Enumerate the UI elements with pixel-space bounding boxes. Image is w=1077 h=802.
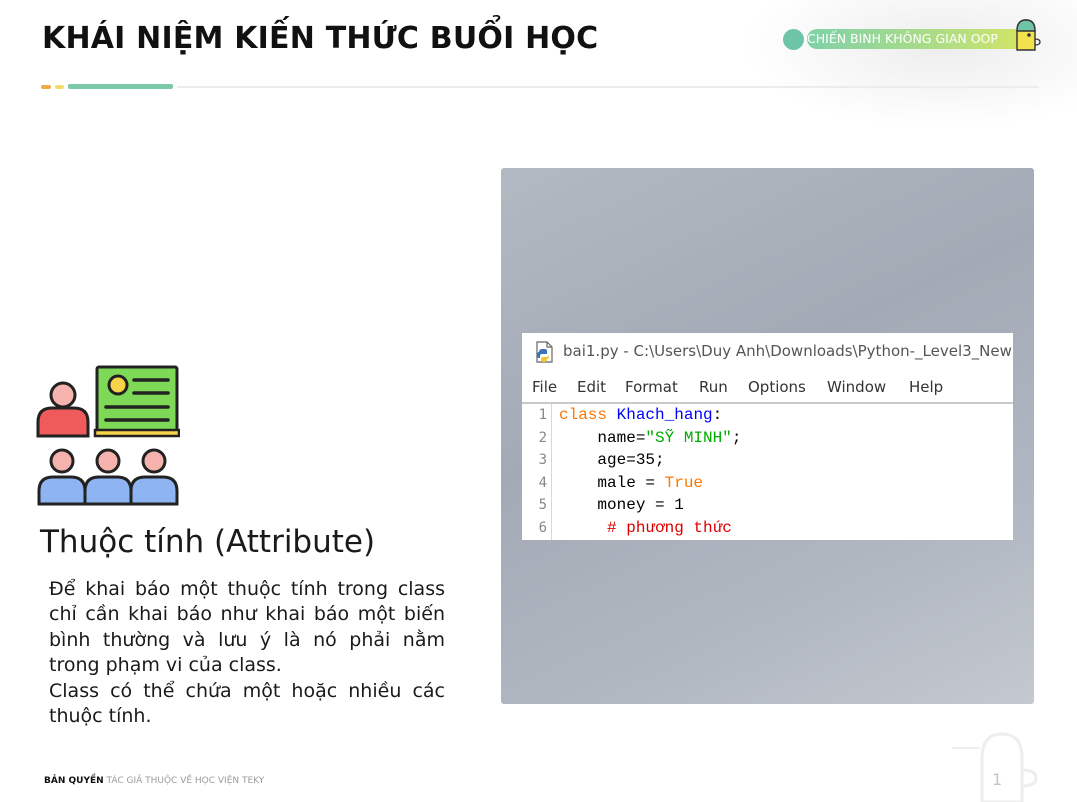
- teky-mascot-icon: [1016, 19, 1041, 51]
- code-keyword: class: [559, 406, 608, 424]
- code-line: age=35;: [559, 451, 665, 469]
- accent-dash-orange: [41, 85, 51, 89]
- line-number: 1: [538, 407, 547, 423]
- code-line: class Khach_hang:: [559, 406, 722, 424]
- footer-strong: BẢN QUYỀN: [44, 776, 104, 786]
- menu-run[interactable]: Run: [699, 373, 728, 401]
- menu-help[interactable]: Help: [909, 373, 943, 401]
- page-title: KHÁI NIỆM KIẾN THỨC BUỔI HỌC: [42, 21, 599, 56]
- python-file-icon: [536, 341, 553, 363]
- code-string: "SỸ MINH": [645, 429, 732, 447]
- window-titlebar: bai1.py - C:\Users\Duy Anh\Downloads\Pyt…: [522, 333, 1013, 370]
- line-number: 5: [538, 497, 547, 513]
- code-text: male =: [559, 474, 665, 492]
- badge-dot: [783, 29, 804, 50]
- mascot-watermark-icon: [952, 732, 1038, 802]
- description: Để khai báo một thuộc tính trong class c…: [49, 577, 445, 729]
- presentation-people-icon: [36, 365, 180, 506]
- code-line: # phương thức: [559, 519, 732, 537]
- code-line: male = True: [559, 474, 703, 492]
- code-text: :: [712, 406, 723, 424]
- window-title: bai1.py - C:\Users\Duy Anh\Downloads\Pyt…: [563, 342, 1012, 360]
- menu-window[interactable]: Window: [827, 373, 886, 401]
- code-line: money = 1: [559, 496, 684, 514]
- menu-bar: File Edit Format Run Options Window Help: [522, 373, 1013, 401]
- accent-bar-green: [68, 84, 173, 89]
- section-heading: Thuộc tính (Attribute): [40, 524, 376, 560]
- code-keyword: True: [664, 474, 704, 492]
- code-comment: # phương thức: [607, 519, 732, 537]
- accent-dash-yellow: [55, 85, 64, 89]
- code-text: ;: [731, 429, 742, 447]
- idle-editor-window: bai1.py - C:\Users\Duy Anh\Downloads\Pyt…: [522, 333, 1013, 540]
- description-paragraph: Để khai báo một thuộc tính trong class c…: [49, 578, 445, 677]
- footer-light: TÁC GIẢ THUỘC VỀ HỌC VIỆN TEKY: [106, 776, 265, 786]
- menu-options[interactable]: Options: [748, 373, 806, 401]
- menu-file[interactable]: File: [532, 373, 557, 401]
- code-text: name=: [559, 429, 646, 447]
- line-number: 4: [538, 475, 547, 491]
- line-number: 2: [538, 430, 547, 446]
- code-area[interactable]: 1 2 3 4 5 6 class Khach_hang: name="SỸ M…: [522, 402, 1013, 540]
- line-number: 3: [538, 452, 547, 468]
- page-number: 1: [992, 770, 1003, 789]
- code-line: name="SỸ MINH";: [559, 429, 741, 447]
- line-number: 6: [538, 520, 547, 536]
- copyright-footer: BẢN QUYỀN TÁC GIẢ THUỘC VỀ HỌC VIỆN TEKY: [44, 776, 264, 786]
- description-paragraph: Class có thể chứa một hoặc nhiều các thu…: [49, 679, 445, 728]
- line-number-gutter: 1 2 3 4 5 6: [522, 404, 552, 540]
- menu-format[interactable]: Format: [625, 373, 678, 401]
- badge-label: CHIẾN BINH KHÔNG GIAN OOP: [807, 29, 1033, 49]
- menu-edit[interactable]: Edit: [577, 373, 606, 401]
- divider-line: [177, 86, 1039, 88]
- code-class-name: Khach_hang: [616, 406, 713, 424]
- title-underline: [41, 84, 1039, 90]
